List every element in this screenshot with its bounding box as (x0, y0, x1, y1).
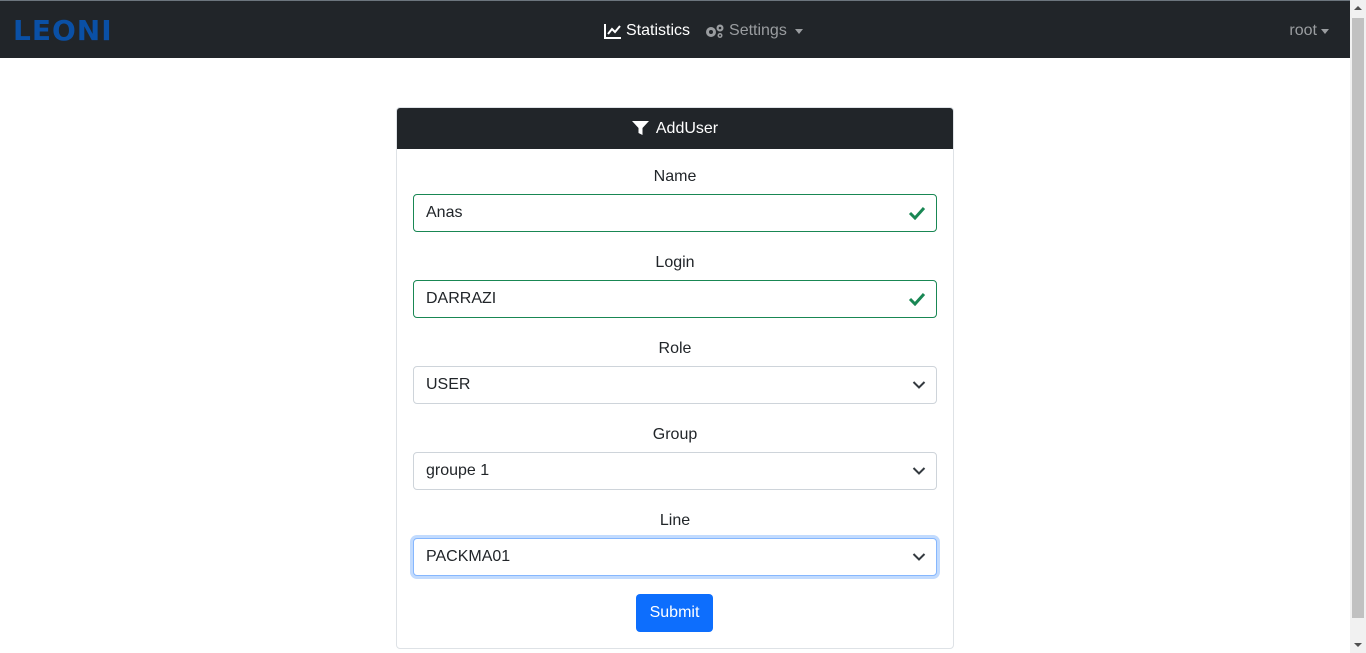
page-scrollbar[interactable] (1350, 0, 1366, 653)
filter-icon (631, 121, 649, 135)
main-nav: Statistics Settings (604, 20, 803, 42)
line-select[interactable]: PACKMA01 (413, 538, 937, 576)
submit-button[interactable]: Submit (636, 594, 713, 632)
nav-statistics-label: Statistics (626, 22, 691, 39)
scroll-up-icon[interactable] (1354, 6, 1362, 10)
nav-settings-label: Settings (729, 22, 787, 39)
scroll-down-icon[interactable] (1354, 643, 1362, 647)
brand-logo[interactable]: LEONI (13, 15, 113, 47)
settings-caret-icon (794, 28, 803, 34)
name-value: Anas (426, 204, 463, 221)
nav-settings-dropdown[interactable]: Settings (704, 20, 803, 42)
group-label: Group (652, 426, 698, 443)
name-form-group: Name Anas (413, 167, 937, 232)
role-form-group: Role USER (413, 339, 937, 404)
name-input[interactable]: Anas (413, 194, 937, 232)
add-user-card: AddUser Name Anas Login DARRAZI Role USE… (396, 107, 954, 649)
top-navbar: LEONI Statistics Settings root (0, 0, 1350, 58)
check-icon (908, 206, 926, 220)
line-form-group: Line PACKMA01 (413, 511, 937, 576)
login-input[interactable]: DARRAZI (413, 280, 937, 318)
line-label: Line (659, 512, 691, 529)
chevron-down-icon (912, 467, 926, 476)
role-value: USER (426, 376, 471, 393)
gears-icon (706, 24, 724, 38)
role-label: Role (658, 340, 692, 357)
user-menu-dropdown[interactable]: root (1289, 20, 1329, 42)
user-name: root (1289, 22, 1317, 39)
chart-line-icon (604, 24, 621, 39)
name-label: Name (653, 168, 697, 185)
group-value: groupe 1 (426, 462, 490, 479)
login-label: Login (655, 254, 695, 271)
user-caret-icon (1321, 28, 1329, 34)
chevron-down-icon (912, 553, 926, 562)
card-header: AddUser (397, 108, 953, 149)
role-select[interactable]: USER (413, 366, 937, 404)
chevron-down-icon (912, 381, 926, 390)
card-title: AddUser (655, 119, 719, 137)
group-form-group: Group groupe 1 (413, 425, 937, 490)
check-icon (908, 292, 926, 306)
scroll-thumb[interactable] (1352, 18, 1364, 618)
login-form-group: Login DARRAZI (413, 253, 937, 318)
nav-statistics[interactable]: Statistics (604, 20, 690, 42)
line-value: PACKMA01 (426, 548, 511, 565)
login-value: DARRAZI (426, 290, 497, 307)
group-select[interactable]: groupe 1 (413, 452, 937, 490)
